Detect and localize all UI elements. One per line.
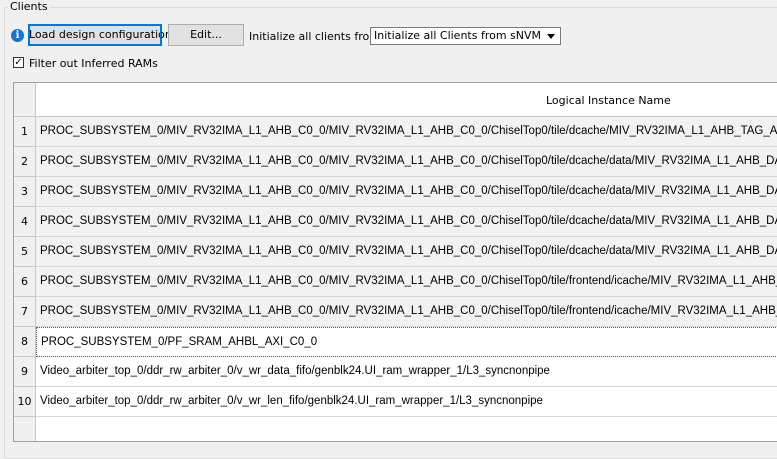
table-row[interactable]: 4 PROC_SUBSYSTEM_0/MIV_RV32IMA_L1_AHB_C0…: [14, 207, 777, 237]
table-corner[interactable]: [14, 83, 36, 117]
table-row[interactable]: 5 PROC_SUBSYSTEM_0/MIV_RV32IMA_L1_AHB_C0…: [14, 237, 777, 267]
row-number[interactable]: 5: [14, 237, 36, 267]
row-number[interactable]: 9: [14, 357, 36, 387]
initialize-clients-selected-value: Initialize all Clients from sNVM: [374, 29, 542, 42]
table-cell[interactable]: PROC_SUBSYSTEM_0/MIV_RV32IMA_L1_AHB_C0_0…: [36, 297, 777, 327]
table-row[interactable]: 3 PROC_SUBSYSTEM_0/MIV_RV32IMA_L1_AHB_C0…: [14, 177, 777, 207]
table-cell[interactable]: PROC_SUBSYSTEM_0/MIV_RV32IMA_L1_AHB_C0_0…: [36, 237, 777, 267]
clients-group-title: Clients: [8, 0, 50, 14]
row-header-filler: [14, 417, 36, 441]
row-number[interactable]: 7: [14, 297, 36, 327]
load-design-configuration-button[interactable]: Load design configuration: [28, 24, 172, 46]
filter-inferred-rams-label[interactable]: Filter out Inferred RAMs: [29, 57, 158, 70]
info-icon[interactable]: i: [11, 29, 24, 42]
column-header-label: Logical Instance Name: [546, 94, 671, 107]
initialize-clients-label: Initialize all clients from:: [249, 30, 384, 43]
table-cell[interactable]: PROC_SUBSYSTEM_0/MIV_RV32IMA_L1_AHB_C0_0…: [36, 147, 777, 177]
initialize-clients-dropdown[interactable]: Initialize all Clients from sNVM: [370, 27, 561, 45]
column-header-logical-instance-name[interactable]: Logical Instance Name: [36, 83, 777, 117]
table-row[interactable]: 10 Video_arbiter_top_0/ddr_rw_arbiter_0/…: [14, 387, 777, 417]
row-number[interactable]: 6: [14, 267, 36, 297]
clients-table[interactable]: Logical Instance Name 1 PROC_SUBSYSTEM_0…: [13, 82, 777, 442]
row-number[interactable]: 2: [14, 147, 36, 177]
chevron-down-icon[interactable]: [547, 34, 555, 39]
filter-inferred-rams-checkbox[interactable]: ✓: [13, 57, 24, 68]
table-cell[interactable]: Video_arbiter_top_0/ddr_rw_arbiter_0/v_w…: [36, 357, 777, 387]
table-cell[interactable]: Video_arbiter_top_0/ddr_rw_arbiter_0/v_w…: [36, 387, 777, 417]
table-row[interactable]: 1 PROC_SUBSYSTEM_0/MIV_RV32IMA_L1_AHB_C0…: [14, 117, 777, 147]
row-number[interactable]: 4: [14, 207, 36, 237]
table-cell[interactable]: PROC_SUBSYSTEM_0/PF_SRAM_AHBL_AXI_C0_0: [36, 327, 777, 357]
table-cell[interactable]: PROC_SUBSYSTEM_0/MIV_RV32IMA_L1_AHB_C0_0…: [36, 267, 777, 297]
table-row[interactable]: 6 PROC_SUBSYSTEM_0/MIV_RV32IMA_L1_AHB_C0…: [14, 267, 777, 297]
row-number[interactable]: 10: [14, 387, 36, 417]
table-row[interactable]: 8 PROC_SUBSYSTEM_0/PF_SRAM_AHBL_AXI_C0_0: [14, 327, 777, 357]
table-cell[interactable]: PROC_SUBSYSTEM_0/MIV_RV32IMA_L1_AHB_C0_0…: [36, 117, 777, 147]
table-row[interactable]: 2 PROC_SUBSYSTEM_0/MIV_RV32IMA_L1_AHB_C0…: [14, 147, 777, 177]
table-cell[interactable]: PROC_SUBSYSTEM_0/MIV_RV32IMA_L1_AHB_C0_0…: [36, 207, 777, 237]
table-row[interactable]: 7 PROC_SUBSYSTEM_0/MIV_RV32IMA_L1_AHB_C0…: [14, 297, 777, 327]
row-number[interactable]: 8: [14, 327, 36, 357]
table-cell[interactable]: PROC_SUBSYSTEM_0/MIV_RV32IMA_L1_AHB_C0_0…: [36, 177, 777, 207]
row-number[interactable]: 1: [14, 117, 36, 147]
table-row[interactable]: 9 Video_arbiter_top_0/ddr_rw_arbiter_0/v…: [14, 357, 777, 387]
edit-button[interactable]: Edit...: [168, 24, 244, 46]
row-number[interactable]: 3: [14, 177, 36, 207]
